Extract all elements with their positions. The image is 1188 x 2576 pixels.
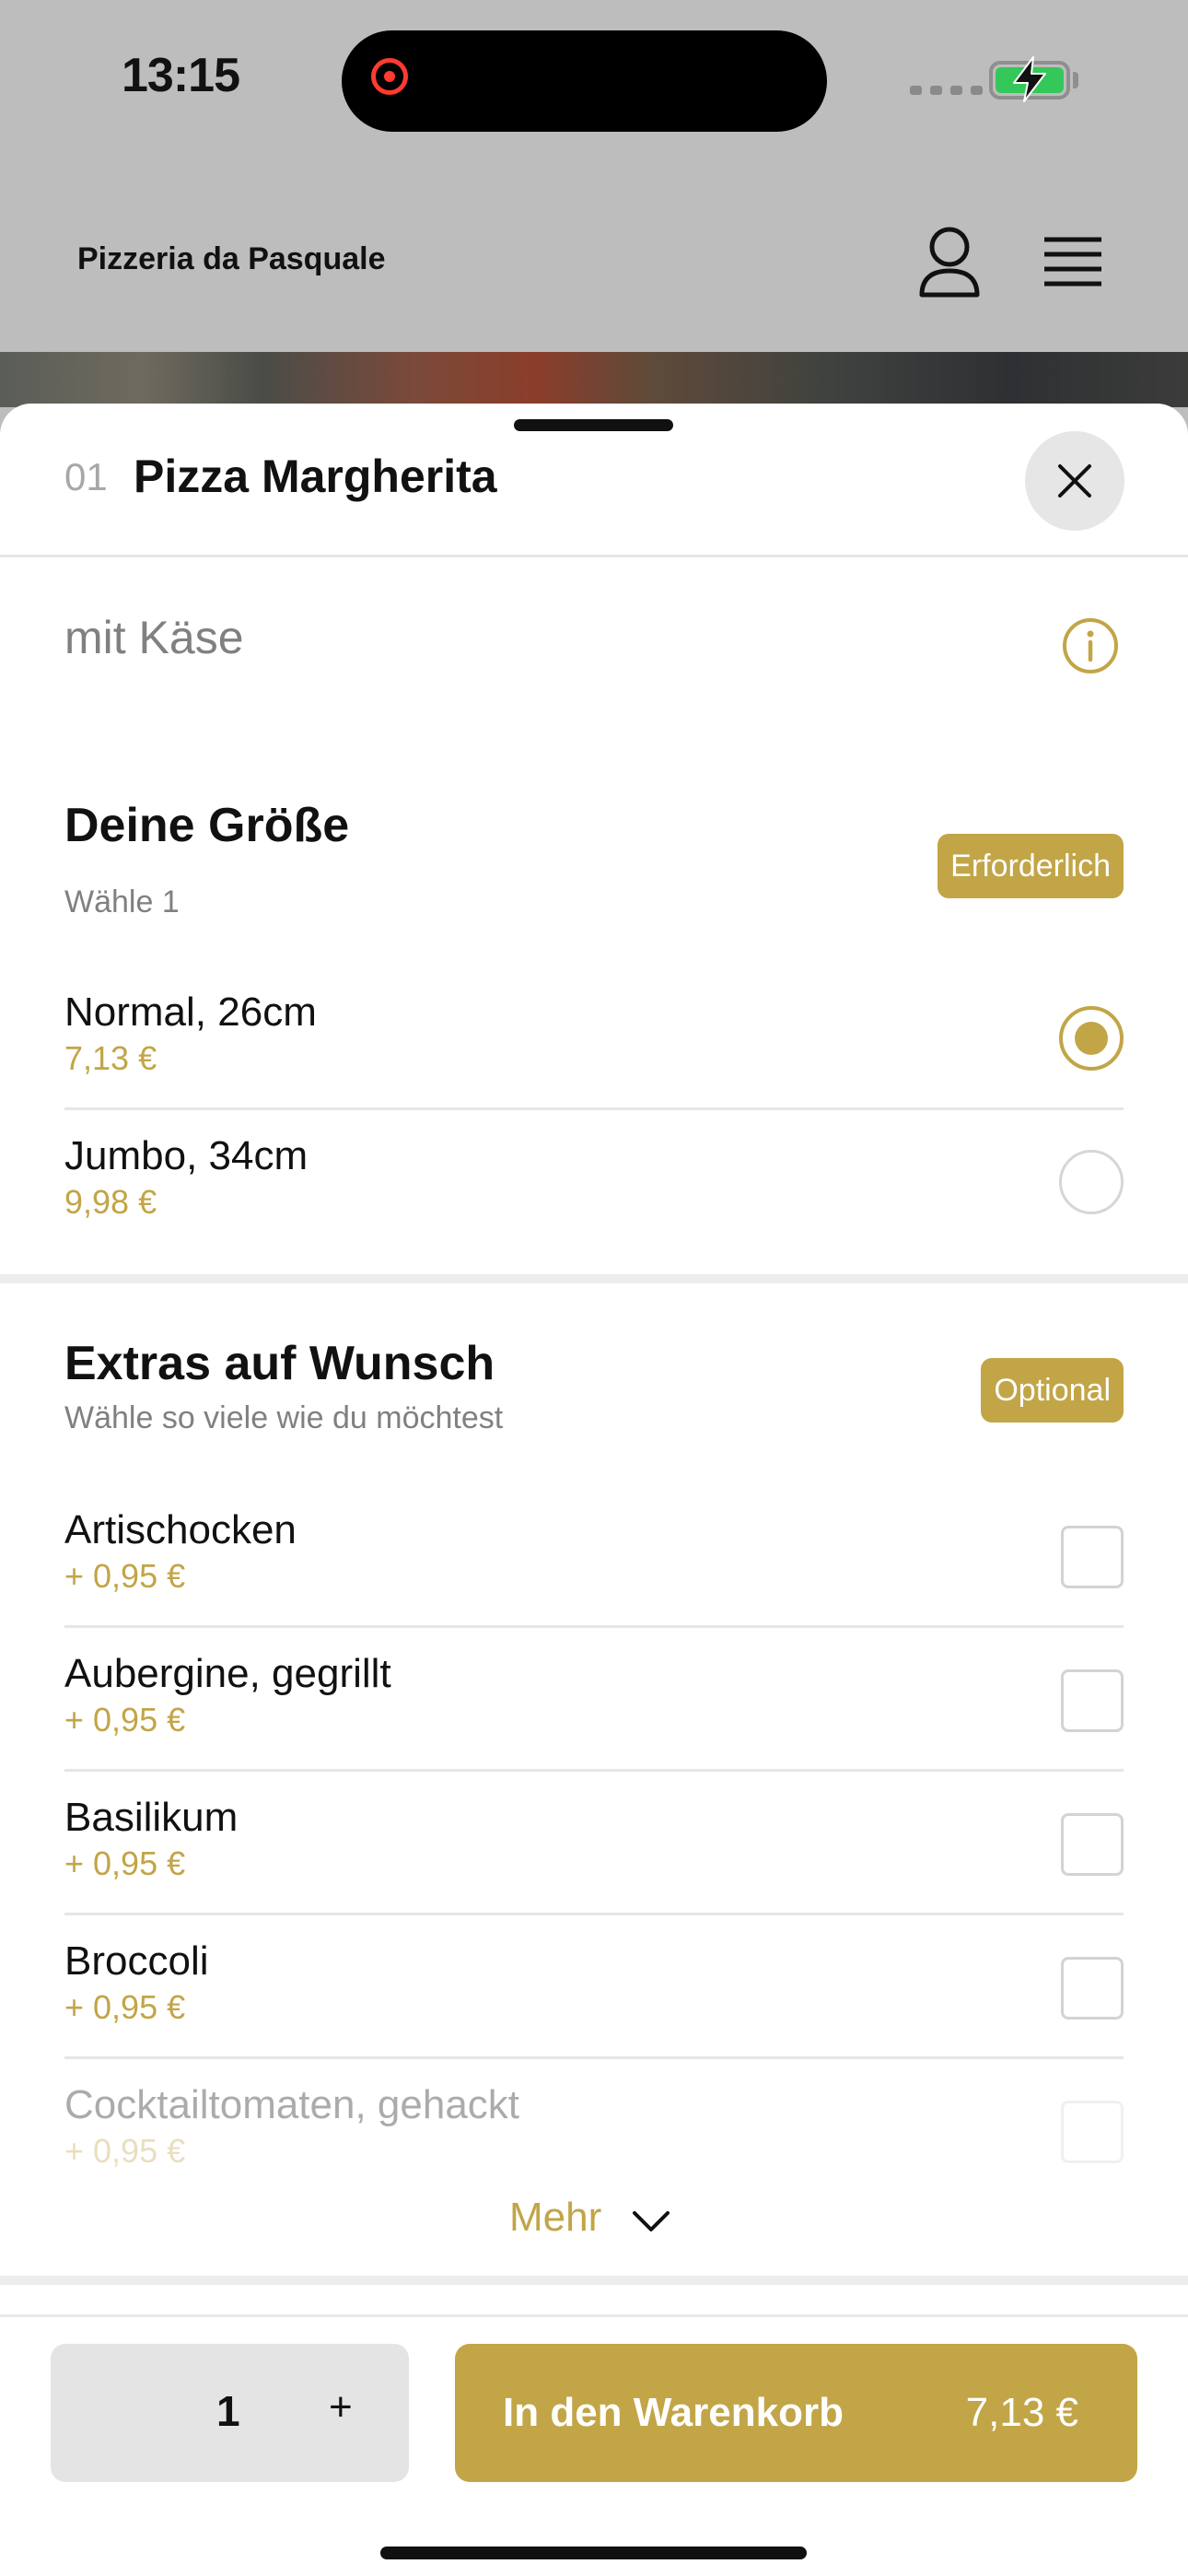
option-name: Cocktailtomaten, gehackt xyxy=(64,2082,520,2127)
extras-section-title: Extras auf Wunsch xyxy=(64,1337,495,1390)
screen-recording-icon xyxy=(371,58,408,95)
item-description: mit Käse xyxy=(64,612,244,663)
home-indicator[interactable] xyxy=(380,2547,807,2559)
user-icon[interactable] xyxy=(917,227,982,299)
quantity-value: 1 xyxy=(216,2387,240,2435)
app-header: Pizzeria da Pasquale xyxy=(0,193,1188,352)
sheet-header: 01 Pizza Margherita xyxy=(0,404,1188,557)
quantity-stepper[interactable]: 1 + xyxy=(51,2344,409,2482)
extra-option[interactable]: Aubergine, gegrillt + 0,95 € xyxy=(64,1625,1124,1772)
option-price: + 0,95 € xyxy=(64,1701,186,1739)
option-name: Jumbo, 34cm xyxy=(64,1133,309,1178)
section-divider xyxy=(0,2276,1188,2285)
size-section-title: Deine Größe xyxy=(64,799,350,852)
option-price: + 0,95 € xyxy=(64,2132,186,2170)
extra-option[interactable]: Broccoli + 0,95 € xyxy=(64,1913,1124,2059)
option-name: Artischocken xyxy=(64,1507,297,1552)
size-option[interactable]: Jumbo, 34cm 9,98 € xyxy=(64,1107,1124,1251)
item-number: 01 xyxy=(64,455,108,498)
footer-divider xyxy=(0,2314,1188,2317)
radio-unselected[interactable] xyxy=(1059,1150,1124,1214)
dynamic-island xyxy=(342,30,827,132)
cart-total-price: 7,13 € xyxy=(965,2390,1078,2435)
checkbox[interactable] xyxy=(1061,1813,1124,1876)
option-price: 7,13 € xyxy=(64,1039,157,1077)
charging-bolt-icon xyxy=(1013,56,1046,102)
add-to-cart-button[interactable]: In den Warenkorb 7,13 € xyxy=(455,2344,1137,2482)
size-option[interactable]: Normal, 26cm 7,13 € xyxy=(64,964,1124,1110)
hero-photo xyxy=(0,352,1188,407)
restaurant-title: Pizzeria da Pasquale xyxy=(77,241,386,276)
chevron-down-icon[interactable] xyxy=(632,2209,670,2233)
size-section-subtitle: Wähle 1 xyxy=(64,884,180,919)
section-divider xyxy=(0,1274,1188,1283)
close-icon xyxy=(1058,464,1091,498)
product-sheet: 01 Pizza Margherita mit Käse Deine Größe… xyxy=(0,404,1188,2576)
plus-button[interactable]: + xyxy=(329,2384,353,2430)
option-name: Broccoli xyxy=(64,1938,209,1984)
info-icon[interactable] xyxy=(1062,617,1119,674)
menu-icon[interactable] xyxy=(1041,230,1105,295)
signal-icon xyxy=(910,86,983,95)
option-name: Normal, 26cm xyxy=(64,989,317,1035)
checkbox[interactable] xyxy=(1061,2101,1124,2163)
extras-section-subtitle: Wähle so viele wie du möchtest xyxy=(64,1400,504,1435)
show-more-button[interactable]: Mehr xyxy=(509,2195,601,2241)
checkbox[interactable] xyxy=(1061,1526,1124,1588)
battery-cap xyxy=(1073,72,1078,88)
extra-option[interactable]: Cocktailtomaten, gehackt + 0,95 € xyxy=(64,2056,1124,2200)
option-name: Basilikum xyxy=(64,1795,239,1840)
optional-badge: Optional xyxy=(981,1358,1124,1423)
add-to-cart-label: In den Warenkorb xyxy=(503,2390,844,2435)
extra-option[interactable]: Artischocken + 0,95 € xyxy=(64,1481,1124,1628)
option-price: + 0,95 € xyxy=(64,1988,186,2026)
radio-selected[interactable] xyxy=(1059,1006,1124,1071)
status-time: 13:15 xyxy=(122,49,240,102)
checkbox[interactable] xyxy=(1061,1669,1124,1732)
required-badge: Erforderlich xyxy=(938,834,1124,898)
option-price: + 0,95 € xyxy=(64,1557,186,1595)
option-price: + 0,95 € xyxy=(64,1844,186,1882)
item-title: Pizza Margherita xyxy=(134,451,497,502)
extra-option[interactable]: Basilikum + 0,95 € xyxy=(64,1769,1124,1915)
option-price: 9,98 € xyxy=(64,1183,157,1221)
option-name: Aubergine, gegrillt xyxy=(64,1651,391,1696)
checkbox[interactable] xyxy=(1061,1957,1124,2020)
close-button[interactable] xyxy=(1025,431,1124,531)
